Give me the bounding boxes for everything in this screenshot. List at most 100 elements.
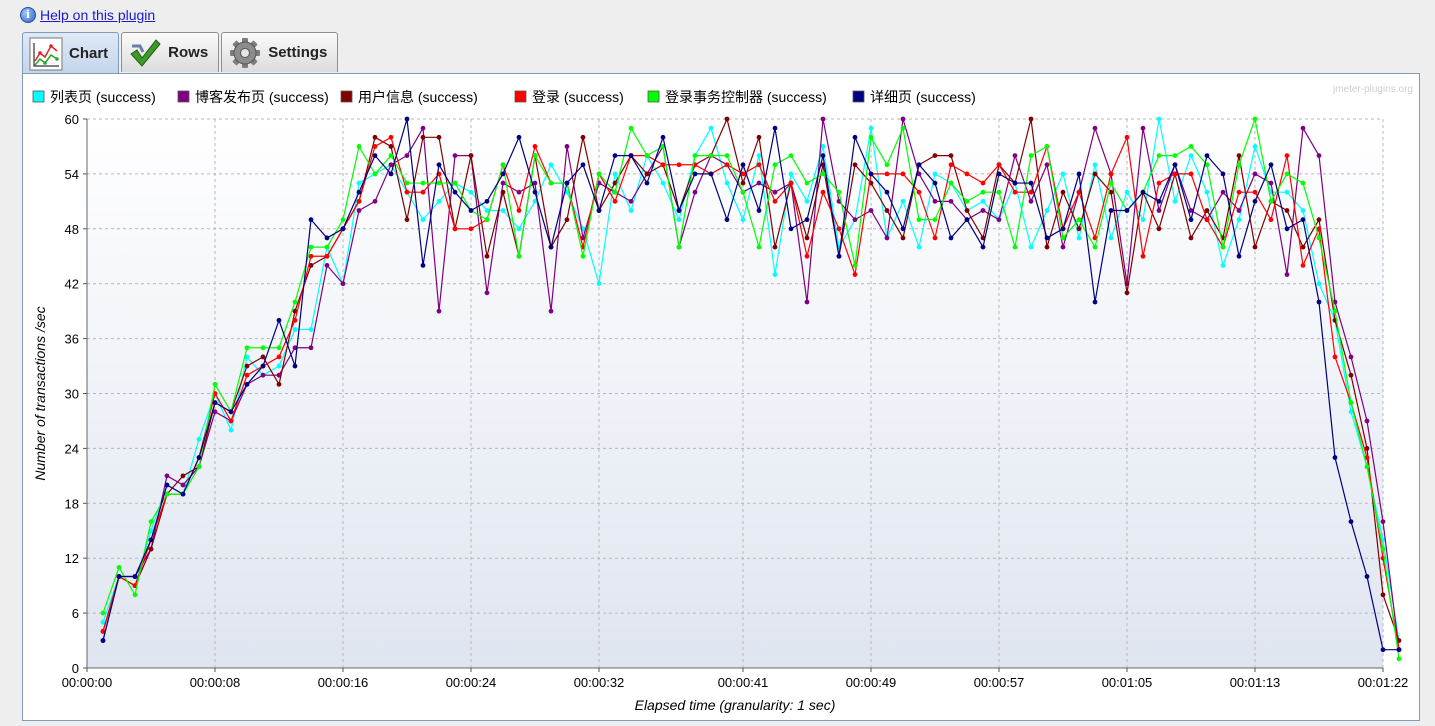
data-point [932,235,938,241]
data-point [852,134,858,140]
data-point [260,345,266,351]
data-point [164,482,170,488]
x-tick-label: 00:01:22 [1358,675,1409,690]
data-point [372,171,378,177]
data-point [420,134,426,140]
x-tick-label: 00:00:08 [190,675,241,690]
data-point [1300,208,1306,213]
gear-icon [230,37,261,68]
data-point [980,189,986,195]
data-point [260,354,266,360]
data-point [548,180,554,186]
data-point [772,189,778,195]
data-point [436,198,442,204]
data-point [1252,198,1258,204]
data-point [740,189,746,195]
data-point [900,198,906,204]
help-link[interactable]: Help on this plugin [40,7,155,23]
data-point [1348,354,1354,360]
data-point [292,299,298,305]
data-point [740,162,746,168]
tab-rows[interactable]: Rows [121,32,220,72]
y-tick-label: 42 [65,277,79,292]
data-point [212,400,218,406]
data-point [628,208,634,213]
data-point [916,244,922,250]
tab-bar: Chart Rows Settings [22,32,339,74]
data-point [324,263,330,268]
data-point [180,473,186,479]
data-point [1380,647,1386,653]
data-point [980,198,986,204]
data-point [276,317,282,323]
tab-settings[interactable]: Settings [221,32,339,72]
data-point [1380,519,1386,524]
data-point [852,272,858,277]
data-point [1044,144,1050,149]
data-point [1092,162,1098,168]
data-point [1236,189,1242,195]
data-point [1204,153,1210,158]
data-point [804,253,810,259]
data-point [1220,244,1226,250]
data-point [1156,226,1162,232]
data-point [1028,116,1034,122]
data-point [372,198,378,204]
data-point [324,253,330,259]
data-point [308,244,314,250]
data-point [260,372,266,378]
data-point [884,208,890,213]
data-point [420,189,426,195]
data-point [116,574,122,579]
data-point [788,171,794,177]
data-point [1300,244,1306,250]
data-point [916,189,922,195]
data-point [1044,235,1050,241]
data-point [532,189,538,195]
data-point [564,180,570,186]
data-point [308,327,314,332]
data-point [1284,153,1290,158]
data-point [772,198,778,204]
data-point [276,354,282,360]
data-point [772,272,778,277]
data-point [1076,217,1082,223]
legend-label: 博客发布页 (success) [195,89,329,105]
data-point [468,226,474,232]
data-point [1380,592,1386,598]
data-point [372,153,378,158]
data-point [580,162,586,168]
data-point [372,144,378,149]
data-point [388,153,394,158]
data-point [356,180,362,186]
data-point [692,171,698,177]
data-point [964,171,970,177]
data-point [1364,574,1370,579]
data-point [1044,208,1050,213]
legend-label: 登录 (success) [532,89,624,105]
data-point [1172,198,1178,204]
data-point [1316,217,1322,223]
x-tick-label: 00:01:05 [1102,675,1153,690]
chart-icon [29,37,63,70]
legend-item: 列表页 (success) [32,89,156,105]
watermark-text: jmeter-plugins.org [1332,84,1413,95]
data-point [900,171,906,177]
data-point [148,546,154,552]
data-point [1316,153,1322,158]
data-point [292,327,298,332]
legend-label: 用户信息 (success) [358,89,478,105]
data-point [900,125,906,131]
data-point [772,244,778,250]
legend-item: 用户信息 (success) [340,89,478,105]
data-point [548,244,554,250]
data-point [804,180,810,186]
data-point [484,198,490,204]
data-point [388,134,394,140]
tab-chart[interactable]: Chart [22,32,120,74]
data-point [228,418,234,424]
data-point [276,363,282,369]
data-point [1188,153,1194,158]
data-point [852,263,858,268]
data-point [724,217,730,223]
